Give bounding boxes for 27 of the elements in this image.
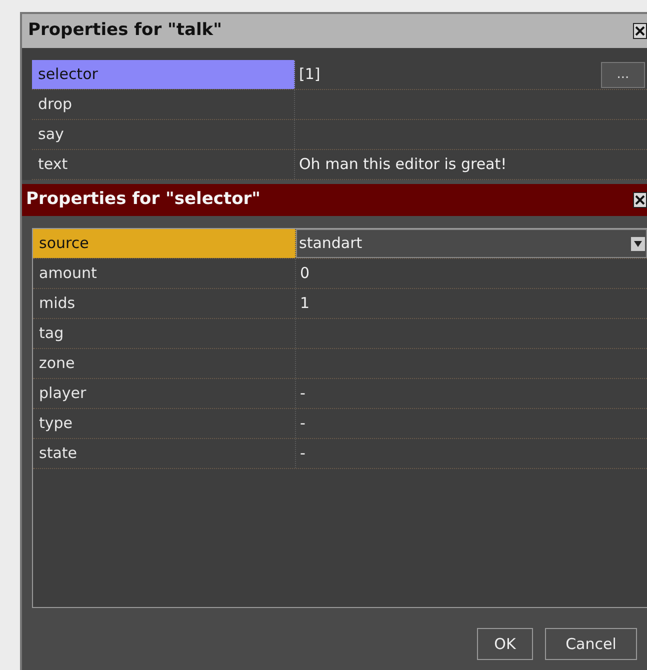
window-title: Properties for "talk" bbox=[28, 19, 222, 42]
property-name[interactable]: say bbox=[32, 120, 295, 149]
window-title: Properties for "selector" bbox=[26, 188, 260, 212]
property-value: [1] bbox=[299, 64, 320, 86]
dialog-button[interactable]: Cancel bbox=[545, 628, 637, 660]
close-icon[interactable] bbox=[633, 23, 647, 39]
close-icon[interactable] bbox=[633, 192, 647, 208]
property-name[interactable]: mids bbox=[33, 289, 296, 318]
property-value: - bbox=[300, 443, 306, 464]
property-name[interactable]: source bbox=[33, 229, 296, 258]
property-value: 0 bbox=[300, 263, 310, 284]
property-value: Oh man this editor is great! bbox=[299, 154, 507, 176]
browse-button[interactable]: ... bbox=[601, 62, 645, 88]
property-value: - bbox=[300, 383, 306, 404]
property-name[interactable]: drop bbox=[32, 90, 295, 119]
property-name[interactable]: zone bbox=[33, 349, 296, 378]
property-name[interactable]: selector bbox=[32, 60, 295, 89]
property-name[interactable]: type bbox=[33, 409, 296, 438]
property-name[interactable]: state bbox=[33, 439, 296, 468]
property-name[interactable]: player bbox=[33, 379, 296, 408]
property-value: - bbox=[300, 413, 306, 434]
property-name[interactable]: tag bbox=[33, 319, 296, 348]
property-value: 1 bbox=[300, 293, 310, 314]
dialog-button[interactable]: OK bbox=[477, 628, 533, 660]
property-name[interactable]: amount bbox=[33, 259, 296, 288]
value-dropdown[interactable]: standart bbox=[296, 229, 647, 258]
property-name[interactable]: text bbox=[32, 150, 295, 179]
